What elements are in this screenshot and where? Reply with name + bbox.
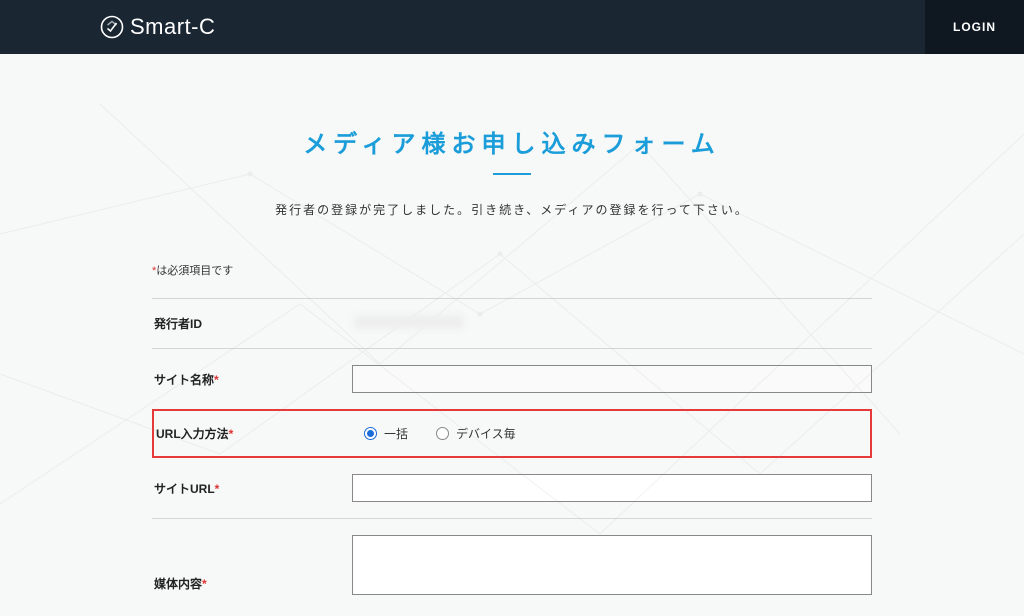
value-publisher-id [352,315,872,332]
main-content: メディア様お申し込みフォーム 発行者の登録が完了しました。引き続き、メディアの登… [0,54,1024,616]
label-site-name: サイト名称* [152,371,352,388]
input-site-url[interactable] [352,474,872,502]
app-header: Smart-C LOGIN [0,0,1024,54]
brand-logo[interactable]: Smart-C [100,14,215,40]
input-site-name[interactable] [352,365,872,393]
row-media-content: 媒体内容* [152,518,872,616]
login-button-label: LOGIN [953,20,996,34]
textarea-media-content[interactable] [352,535,872,595]
radio-dot-icon [367,430,374,437]
radio-per-device-label: デバイス毎 [456,425,516,442]
radio-bulk-label: 一括 [384,425,408,442]
field-site-name [352,365,872,393]
application-form: *は必須項目です 発行者ID サイト名称* URL入力方法* [152,262,872,616]
row-site-url: サイトURL* [152,458,872,518]
label-media-content: 媒体内容* [152,535,352,592]
radio-circle-icon [364,427,377,440]
radio-group-url-method: 一括 デバイス毎 [354,425,864,442]
radio-bulk[interactable]: 一括 [364,425,408,442]
required-note-text: は必須項目です [156,265,233,277]
brand-name: Smart-C [130,14,215,40]
blurred-text [354,315,464,329]
row-publisher-id: 発行者ID [152,298,872,348]
label-url-input-method: URL入力方法* [154,425,354,442]
field-url-input-method: 一括 デバイス毎 [354,425,864,442]
field-media-content [352,535,872,600]
radio-circle-icon [436,427,449,440]
row-site-name: サイト名称* [152,348,872,409]
title-underline [493,173,531,175]
row-url-input-method: URL入力方法* 一括 デバイス毎 [152,409,872,458]
page-title: メディア様お申し込みフォーム [0,124,1024,159]
label-site-url: サイトURL* [152,480,352,497]
login-button[interactable]: LOGIN [925,0,1024,54]
field-site-url [352,474,872,502]
radio-per-device[interactable]: デバイス毎 [436,425,516,442]
brand-logo-icon [100,15,124,39]
page-subtitle: 発行者の登録が完了しました。引き続き、メディアの登録を行って下さい。 [0,201,1024,218]
required-note: *は必須項目です [152,262,872,278]
label-publisher-id: 発行者ID [152,315,352,332]
